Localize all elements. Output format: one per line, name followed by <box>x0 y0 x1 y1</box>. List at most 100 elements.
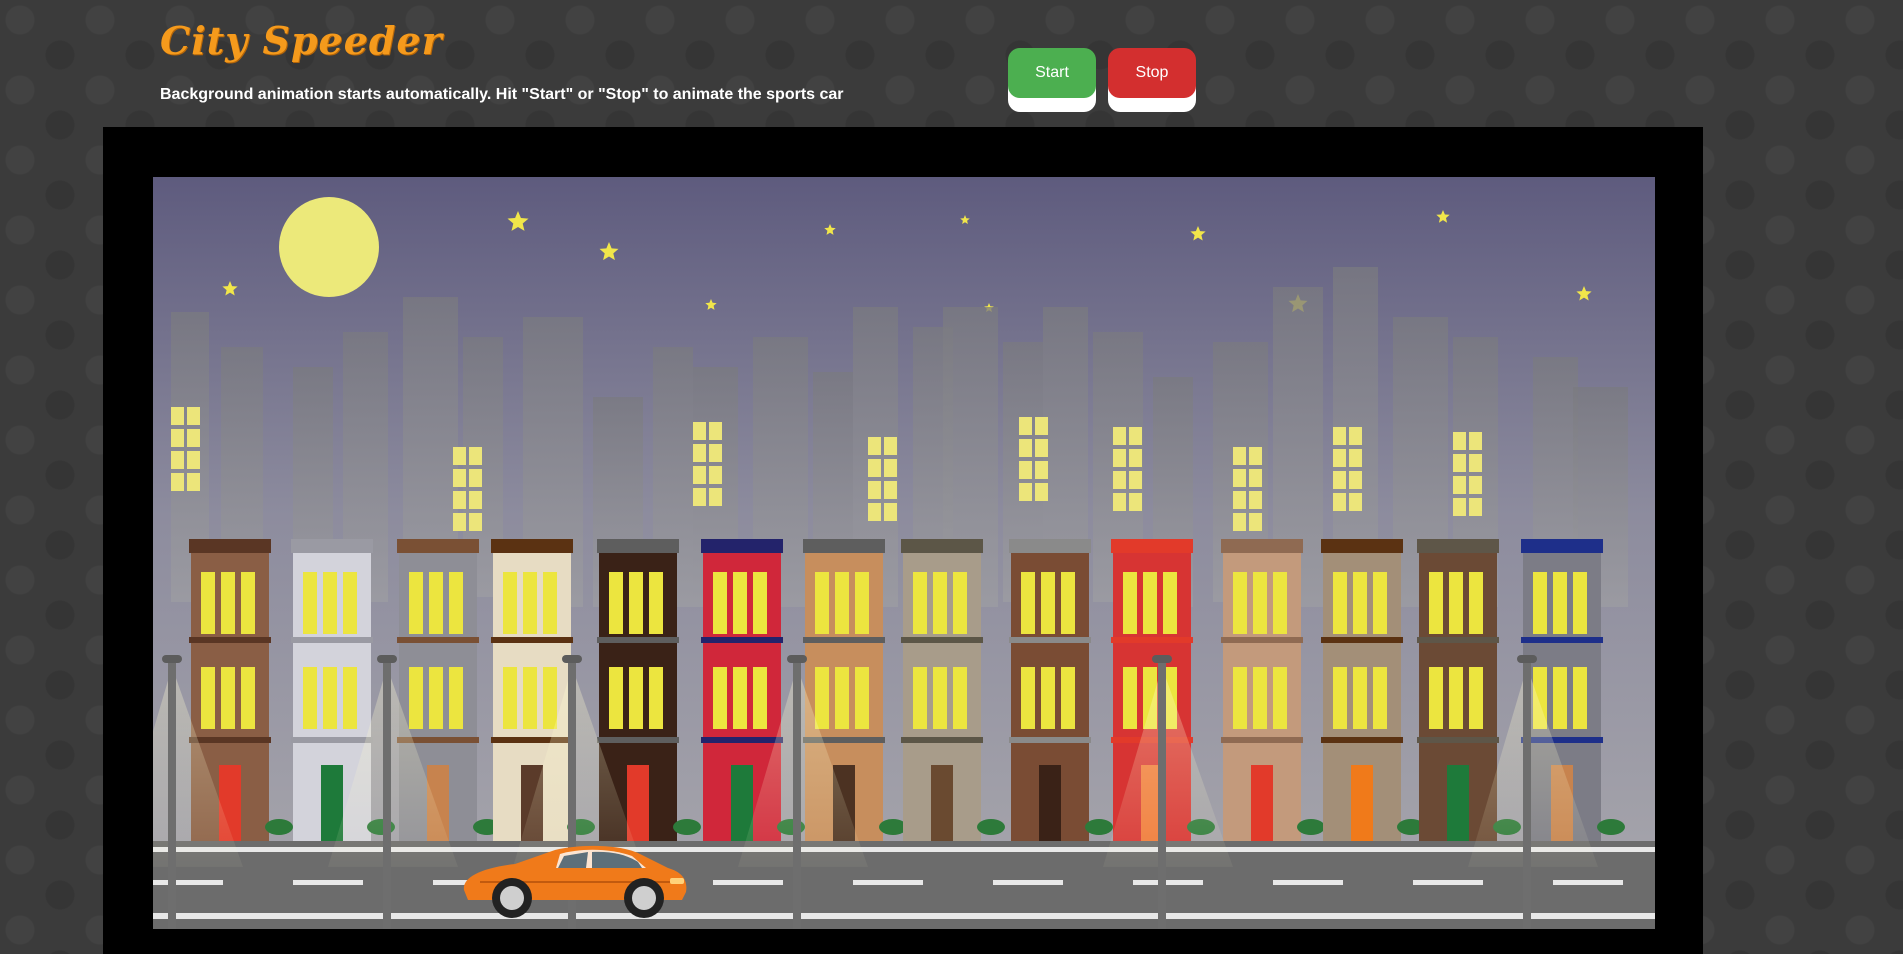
townhouse-ledge <box>597 737 679 743</box>
townhouse-window <box>323 572 337 634</box>
lane-dash <box>1553 880 1623 885</box>
townhouse-window <box>1429 667 1443 729</box>
townhouse-ledge <box>1521 637 1603 643</box>
lit-window <box>1469 498 1482 516</box>
lamp-head <box>1152 655 1172 663</box>
shrub <box>1597 819 1625 835</box>
lit-window <box>884 503 897 521</box>
lane-dash <box>713 880 783 885</box>
townhouse-ledge <box>901 737 983 743</box>
lit-window <box>187 429 200 447</box>
townhouse-window <box>241 667 255 729</box>
lamp-post <box>1523 657 1531 929</box>
townhouse-window <box>733 572 747 634</box>
townhouse-window <box>1233 572 1247 634</box>
townhouse-window <box>733 667 747 729</box>
townhouse-ledge <box>189 637 271 643</box>
lit-window <box>1113 471 1126 489</box>
lit-window <box>709 422 722 440</box>
lit-window <box>868 437 881 455</box>
lit-window <box>1113 449 1126 467</box>
lit-window <box>1113 493 1126 511</box>
townhouse-window <box>1533 572 1547 634</box>
townhouse-window <box>201 572 215 634</box>
lit-window <box>1019 461 1032 479</box>
townhouse-window <box>933 572 947 634</box>
townhouse-window <box>1021 572 1035 634</box>
townhouse-ledge <box>597 637 679 643</box>
townhouse-window <box>649 572 663 634</box>
townhouse-ledge <box>1417 637 1499 643</box>
townhouse-cornice <box>1221 539 1303 553</box>
lamp-post <box>1158 657 1166 929</box>
townhouse-window <box>1469 667 1483 729</box>
townhouse-door <box>1251 765 1273 843</box>
townhouse-window <box>1253 572 1267 634</box>
lit-window <box>469 447 482 465</box>
townhouse-ledge <box>1321 737 1403 743</box>
shrub <box>1085 819 1113 835</box>
lamp-head <box>562 655 582 663</box>
lit-window <box>1333 449 1346 467</box>
lamp-head <box>787 655 807 663</box>
townhouse-window <box>343 667 357 729</box>
townhouse-window <box>815 667 829 729</box>
lamp-head <box>1517 655 1537 663</box>
townhouse-window <box>1573 667 1587 729</box>
stop-button[interactable]: Stop <box>1108 48 1196 98</box>
lit-window <box>469 469 482 487</box>
townhouse-ledge <box>1417 737 1499 743</box>
townhouse-window <box>713 667 727 729</box>
townhouse-ledge <box>1221 737 1303 743</box>
shrub <box>673 819 701 835</box>
townhouse-window <box>1373 667 1387 729</box>
lit-window <box>171 473 184 491</box>
lit-window <box>469 491 482 509</box>
lit-window <box>1249 447 1262 465</box>
townhouse-cornice <box>1417 539 1499 553</box>
moon <box>279 197 379 297</box>
lit-window <box>1233 513 1246 531</box>
animation-stage <box>103 127 1703 954</box>
townhouse-cornice <box>397 539 479 553</box>
townhouse-window <box>815 572 829 634</box>
townhouse-ledge <box>189 737 271 743</box>
shrub <box>265 819 293 835</box>
townhouse-window <box>449 667 463 729</box>
townhouse-cornice <box>1009 539 1091 553</box>
townhouse-window <box>1123 572 1137 634</box>
townhouse-window <box>503 572 517 634</box>
shrub <box>879 819 907 835</box>
lane-dash <box>153 880 223 885</box>
lit-window <box>868 459 881 477</box>
townhouse-window <box>835 572 849 634</box>
lit-window <box>709 444 722 462</box>
lit-window <box>1035 461 1048 479</box>
townhouse-window <box>1123 667 1137 729</box>
city-scene-svg <box>153 177 1655 929</box>
townhouse-cornice <box>901 539 983 553</box>
lit-window <box>868 503 881 521</box>
lane-dash <box>1133 880 1203 885</box>
townhouse-window <box>221 572 235 634</box>
lit-window <box>469 513 482 531</box>
lit-window <box>1233 469 1246 487</box>
townhouse-window <box>1333 667 1347 729</box>
lane-dash <box>853 880 923 885</box>
townhouse-window <box>303 572 317 634</box>
townhouse-cornice <box>701 539 783 553</box>
townhouse-ledge <box>1221 637 1303 643</box>
townhouse-cornice <box>1111 539 1193 553</box>
lit-window <box>1019 417 1032 435</box>
road-edge-bottom <box>153 913 1655 919</box>
townhouse-door <box>931 765 953 843</box>
lit-window <box>1035 417 1048 435</box>
townhouse-window <box>913 667 927 729</box>
lit-window <box>171 451 184 469</box>
lit-window <box>1349 427 1362 445</box>
shrub <box>977 819 1005 835</box>
townhouse-door <box>1351 765 1373 843</box>
townhouse-window <box>1553 667 1567 729</box>
lit-window <box>171 429 184 447</box>
start-button[interactable]: Start <box>1008 48 1096 98</box>
